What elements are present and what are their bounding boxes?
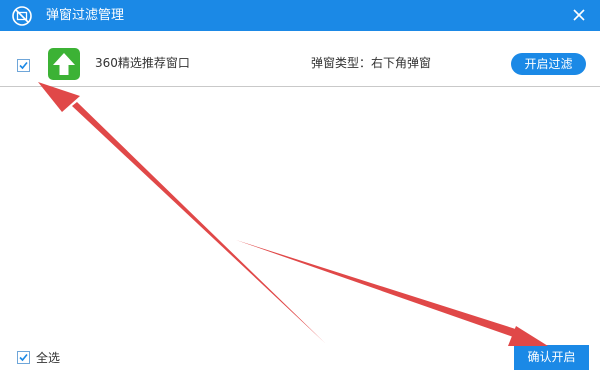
confirm-enable-button[interactable]: 确认开启 [514, 345, 589, 370]
enable-filter-button[interactable]: 开启过滤 [511, 53, 586, 75]
arrowhead-to-confirm [508, 326, 548, 346]
item-checkbox[interactable] [17, 59, 30, 72]
select-all-checkbox[interactable] [17, 351, 30, 364]
no-popup-icon [11, 5, 33, 27]
list-item: 360精选推荐窗口 弹窗类型：右下角弹窗 开启过滤 [0, 31, 600, 87]
checkmark-icon [19, 353, 28, 362]
arrow-to-checkbox [72, 102, 325, 343]
popup-type-label: 弹窗类型：右下角弹窗 [311, 56, 432, 70]
window-title: 弹窗过滤管理 [46, 8, 125, 23]
arrow-to-confirm [236, 240, 525, 340]
checkmark-icon [19, 61, 28, 70]
upload-arrow-icon [48, 48, 80, 80]
title-bar: 弹窗过滤管理 [0, 0, 600, 31]
select-all-label: 全选 [36, 351, 61, 365]
close-icon[interactable] [568, 4, 590, 26]
item-name: 360精选推荐窗口 [95, 56, 190, 70]
